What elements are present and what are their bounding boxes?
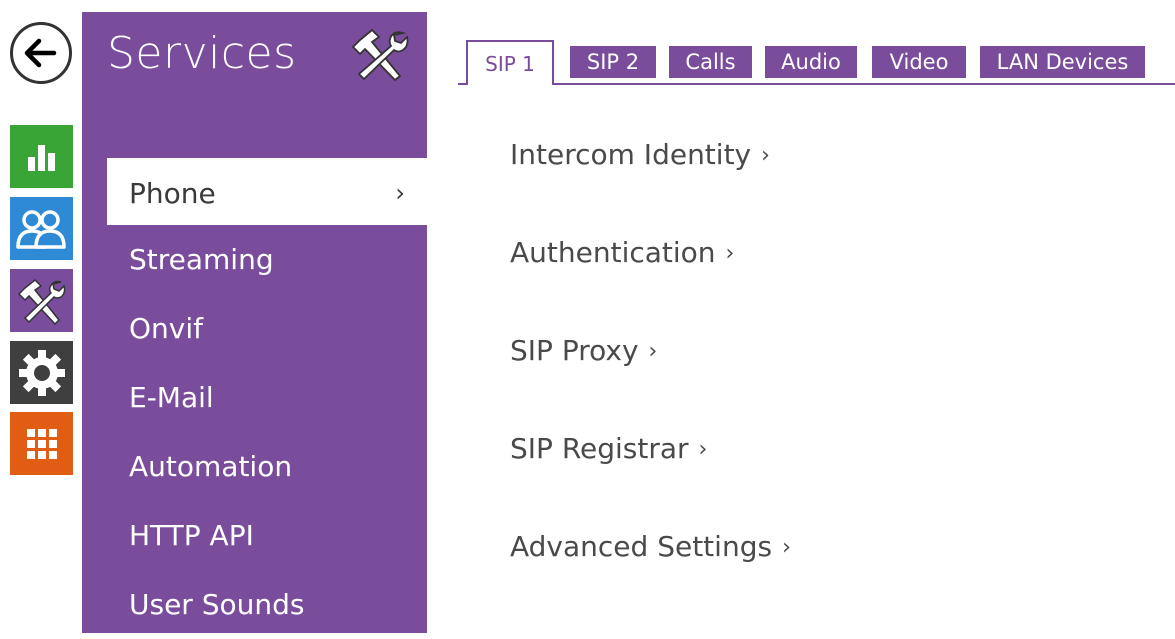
- tab-bar: SIP 1 SIP 2 Calls Audio Video LAN Device…: [458, 40, 1175, 86]
- menu-item-automation[interactable]: Automation: [82, 432, 427, 501]
- menu-item-user-sounds[interactable]: User Sounds: [82, 570, 427, 639]
- menu-item-email[interactable]: E-Mail: [82, 363, 427, 432]
- arrow-left-icon: [24, 38, 57, 68]
- apps-nav-button[interactable]: [10, 412, 73, 475]
- tab-audio[interactable]: Audio: [765, 46, 857, 78]
- services-menu: Phone › Streaming Onvif E-Mail Automatio…: [82, 158, 427, 639]
- status-nav-button[interactable]: [10, 125, 73, 188]
- chevron-right-icon: ›: [648, 339, 658, 364]
- section-label: Intercom Identity: [510, 138, 752, 171]
- back-button[interactable]: [10, 22, 72, 84]
- section-intercom-identity[interactable]: Intercom Identity ›: [510, 134, 791, 232]
- tools-icon: [17, 278, 65, 325]
- tab-video[interactable]: Video: [872, 46, 966, 78]
- services-nav-button[interactable]: [10, 269, 73, 332]
- menu-item-label: Onvif: [129, 312, 203, 345]
- tab-sip-1[interactable]: SIP 1: [466, 40, 554, 85]
- chevron-right-icon: ›: [761, 143, 770, 168]
- section-list: Intercom Identity › Authentication › SIP P…: [510, 134, 791, 624]
- section-label: Advanced Settings: [510, 530, 773, 563]
- menu-item-http-api[interactable]: HTTP API: [82, 501, 427, 570]
- menu-item-label: Streaming: [129, 243, 274, 276]
- icon-rail: [0, 0, 82, 633]
- directory-nav-button[interactable]: [10, 197, 73, 260]
- menu-item-label: Automation: [129, 450, 293, 483]
- menu-item-label: HTTP API: [129, 519, 254, 552]
- section-authentication[interactable]: Authentication ›: [510, 232, 791, 330]
- tab-sip-2[interactable]: SIP 2: [570, 46, 656, 78]
- menu-item-streaming[interactable]: Streaming: [82, 225, 427, 294]
- tab-calls[interactable]: Calls: [669, 46, 752, 78]
- settings-nav-button[interactable]: [10, 341, 73, 404]
- chevron-right-icon: ›: [725, 241, 735, 266]
- menu-item-label: Phone: [129, 177, 216, 210]
- chevron-right-icon: ›: [395, 179, 405, 207]
- services-sidebar: Services Phone › Streaming Onvif E-Mail …: [82, 12, 427, 633]
- menu-item-label: User Sounds: [129, 588, 305, 621]
- tab-underline: [458, 83, 1175, 85]
- section-sip-registrar[interactable]: SIP Registrar ›: [510, 428, 791, 526]
- tools-icon: [351, 28, 409, 82]
- section-sip-proxy[interactable]: SIP Proxy ›: [510, 330, 791, 428]
- menu-item-label: E-Mail: [129, 381, 214, 414]
- tab-lan-devices[interactable]: LAN Devices: [980, 46, 1145, 78]
- menu-item-onvif[interactable]: Onvif: [82, 294, 427, 363]
- section-label: SIP Registrar: [510, 432, 689, 465]
- gear-icon: [18, 349, 65, 396]
- section-label: Authentication: [510, 236, 716, 269]
- menu-item-phone[interactable]: Phone ›: [107, 158, 427, 225]
- grid-icon: [26, 428, 57, 459]
- chevron-right-icon: ›: [782, 535, 791, 560]
- sidebar-title: Services: [107, 28, 297, 79]
- bar-chart-icon: [27, 144, 55, 171]
- section-label: SIP Proxy: [510, 334, 639, 367]
- users-icon: [15, 209, 66, 249]
- section-advanced-settings[interactable]: Advanced Settings ›: [510, 526, 791, 624]
- chevron-right-icon: ›: [698, 437, 708, 462]
